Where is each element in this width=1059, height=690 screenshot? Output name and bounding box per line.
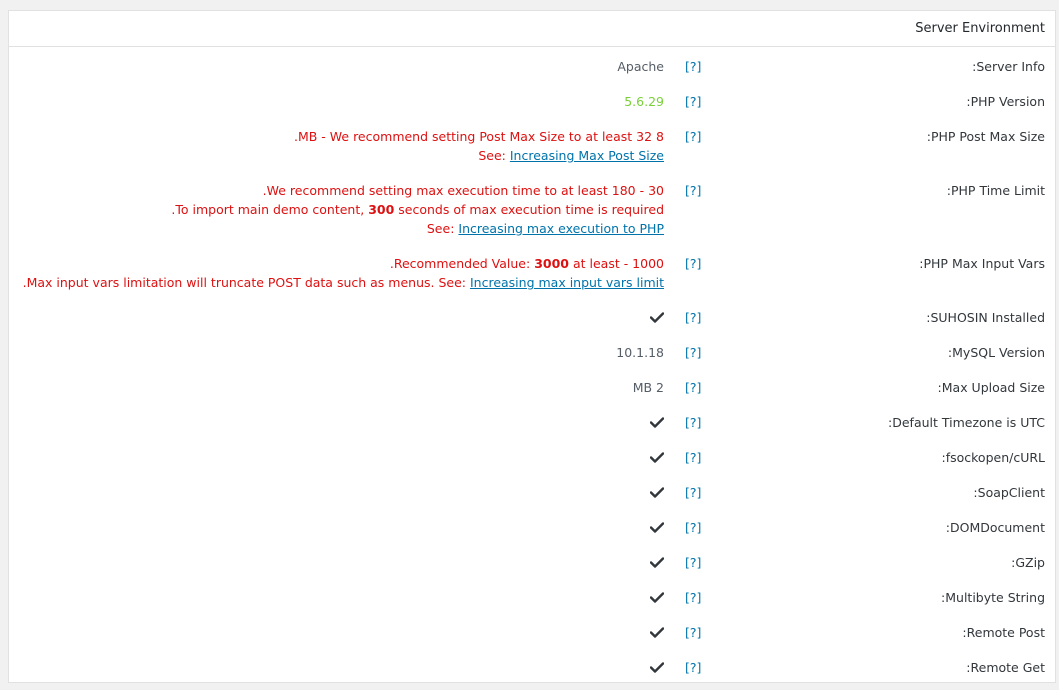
help-link[interactable]: [?] bbox=[685, 343, 701, 362]
help-link[interactable]: [?] bbox=[685, 308, 701, 327]
increasing-max-post-size-link[interactable]: Increasing Max Post Size bbox=[510, 148, 664, 163]
recommended-value-line: .Recommended Value: 3000 at least - 1000 bbox=[23, 254, 664, 273]
truncate-warning: .Max input vars limitation will truncate… bbox=[22, 275, 470, 290]
help-link[interactable]: [?] bbox=[685, 254, 701, 273]
help-link[interactable]: [?] bbox=[685, 413, 701, 432]
increasing-max-input-vars-link[interactable]: Increasing max input vars limit bbox=[470, 275, 664, 290]
warning-text: .MB - We recommend setting Post Max Size… bbox=[293, 129, 664, 144]
checkmark-icon bbox=[650, 518, 664, 537]
row-label: :PHP Max Input Vars bbox=[919, 256, 1045, 271]
row-label: :fsockopen/cURL bbox=[941, 450, 1045, 465]
help-link[interactable]: [?] bbox=[685, 127, 701, 146]
row-label: :GZip bbox=[1011, 555, 1045, 570]
increasing-max-execution-link[interactable]: Increasing max execution to PHP bbox=[458, 221, 664, 236]
row-label: :Multibyte String bbox=[941, 590, 1045, 605]
checkmark-icon bbox=[650, 588, 664, 607]
row-label: :Remote Post bbox=[962, 625, 1045, 640]
help-link[interactable]: [?] bbox=[685, 518, 701, 537]
row-value: MB 2 bbox=[633, 378, 664, 397]
row-label: :Remote Get bbox=[966, 660, 1045, 675]
row-label: :PHP Post Max Size bbox=[926, 129, 1045, 144]
row-value bbox=[650, 588, 664, 610]
checkmark-icon bbox=[650, 623, 664, 642]
row-value: .MB - We recommend setting Post Max Size… bbox=[294, 127, 664, 165]
warning-text: .We recommend setting max execution time… bbox=[262, 183, 664, 198]
help-link[interactable]: [?] bbox=[685, 92, 701, 111]
see-prefix: See: bbox=[478, 148, 510, 163]
warning-text-import: .To import main demo content, 300 second… bbox=[171, 200, 664, 219]
warning-see-line: .Max input vars limitation will truncate… bbox=[23, 273, 664, 292]
row-label: :MySQL Version bbox=[947, 345, 1045, 360]
row-label: :SUHOSIN Installed bbox=[926, 310, 1045, 325]
panel-title: Server Environment bbox=[9, 11, 1055, 47]
help-link[interactable]: [?] bbox=[685, 378, 701, 397]
server-environment-panel: Server Environment :Server Info [?] Apac… bbox=[8, 10, 1056, 683]
recommended-value: 3000 bbox=[534, 256, 569, 271]
row-value: 10.1.18 bbox=[616, 343, 664, 362]
checkmark-icon bbox=[650, 448, 664, 467]
help-link[interactable]: [?] bbox=[685, 448, 701, 467]
help-link[interactable]: [?] bbox=[685, 623, 701, 642]
row-value: 5.6.29 bbox=[624, 92, 664, 111]
help-link[interactable]: [?] bbox=[685, 181, 701, 200]
row-value: .We recommend setting max execution time… bbox=[171, 181, 664, 238]
row-label: :SoapClient bbox=[973, 485, 1045, 500]
row-label: :PHP Time Limit bbox=[946, 183, 1045, 198]
row-value bbox=[650, 518, 664, 540]
warning-see-line: See: Increasing max execution to PHP bbox=[171, 219, 664, 238]
row-value bbox=[650, 623, 664, 645]
row-value bbox=[650, 448, 664, 470]
import-prefix: .To import main demo content, bbox=[171, 202, 369, 217]
row-value bbox=[650, 483, 664, 505]
php-version-value: 5.6.29 bbox=[624, 94, 664, 109]
row-label: :Server Info bbox=[972, 59, 1045, 74]
row-value bbox=[650, 658, 664, 680]
checkmark-icon bbox=[650, 483, 664, 502]
help-link[interactable]: [?] bbox=[685, 483, 701, 502]
see-prefix: See: bbox=[426, 221, 459, 236]
help-link[interactable]: [?] bbox=[685, 658, 701, 677]
import-suffix: seconds of max execution time is require… bbox=[394, 202, 664, 217]
row-label: :PHP Version bbox=[966, 94, 1045, 109]
warning-see-line: See: Increasing Max Post Size bbox=[294, 146, 664, 165]
row-value bbox=[650, 553, 664, 575]
checkmark-icon bbox=[650, 413, 664, 432]
help-link[interactable]: [?] bbox=[685, 553, 701, 572]
checkmark-icon bbox=[650, 308, 664, 327]
help-link[interactable]: [?] bbox=[685, 57, 701, 76]
recommended-prefix: .Recommended Value: bbox=[389, 256, 535, 271]
help-link[interactable]: [?] bbox=[685, 588, 701, 607]
row-label: :Default Timezone is UTC bbox=[888, 415, 1045, 430]
row-value bbox=[650, 413, 664, 435]
row-value: Apache bbox=[617, 57, 664, 76]
recommended-suffix: at least - 1000 bbox=[568, 256, 664, 271]
row-label: :Max Upload Size bbox=[937, 380, 1045, 395]
max-upload-size-value: MB 2 bbox=[632, 380, 664, 395]
row-label: :DOMDocument bbox=[945, 520, 1045, 535]
server-info-value: Apache bbox=[617, 59, 664, 74]
row-value: .Recommended Value: 3000 at least - 1000… bbox=[23, 254, 664, 292]
required-seconds: 300 bbox=[368, 202, 395, 217]
checkmark-icon bbox=[650, 658, 664, 677]
row-value bbox=[650, 308, 664, 330]
checkmark-icon bbox=[650, 553, 664, 572]
mysql-version-value: 10.1.18 bbox=[616, 345, 664, 360]
